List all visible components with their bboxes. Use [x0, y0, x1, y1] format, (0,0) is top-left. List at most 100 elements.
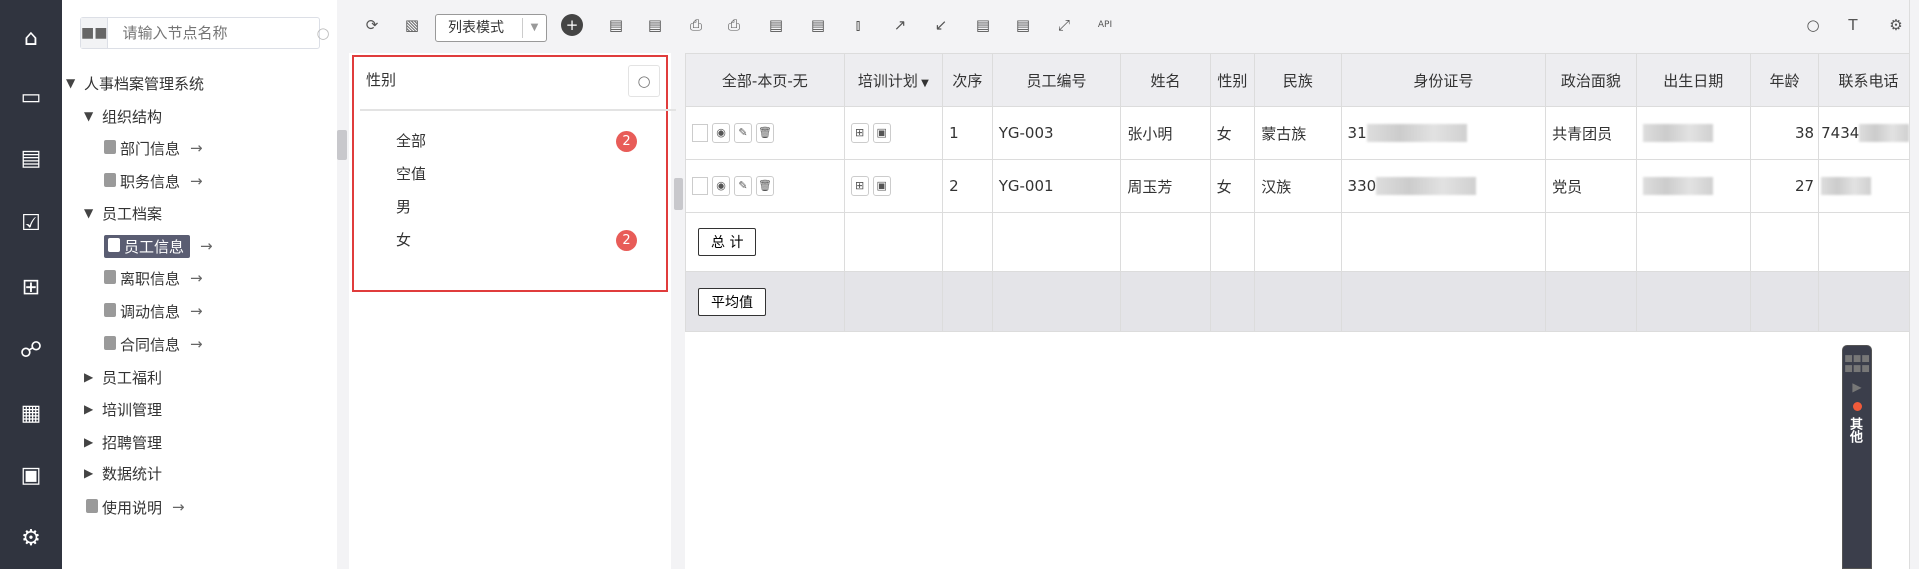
arrow-right-icon[interactable]: → [190, 139, 203, 157]
caret-right-icon[interactable]: ▶ [84, 466, 98, 480]
caret-right-icon[interactable]: ▶ [84, 402, 98, 416]
column-header[interactable]: 姓名 [1120, 53, 1211, 107]
presentation-chart-icon[interactable]: ▦ [16, 399, 46, 429]
import-icon[interactable]: ↙ [930, 14, 952, 36]
tree-item[interactable]: ▼ 人事档案管理系统 [66, 70, 204, 96]
column-header[interactable]: 员工编号 [991, 53, 1122, 107]
table-row[interactable]: ◉ ✎ 🗑 ⊞ ▣ 1 YG-003 张小明女蒙古族 31 共青团员 38 7434 [685, 106, 1919, 160]
tree-item[interactable]: 调动信息 → [104, 298, 203, 324]
tree-item[interactable]: 员工信息 → [104, 233, 213, 259]
delete-icon[interactable]: 🗑 [756, 123, 774, 143]
column-header[interactable]: 政治面貌 [1545, 53, 1637, 107]
column-header[interactable]: 培训计划 ▼ [843, 53, 944, 107]
clipboard-list-icon[interactable]: ▤ [16, 144, 46, 174]
screen-settings-icon[interactable]: ▣ [16, 461, 46, 491]
arrow-right-icon[interactable]: → [172, 498, 185, 516]
filter-resize-handle[interactable] [674, 178, 683, 210]
edit-icon[interactable]: ✎ [734, 176, 752, 196]
caret-right-icon[interactable]: ▶ [84, 435, 98, 449]
training-view-icon[interactable]: ▣ [872, 123, 891, 143]
tree-item[interactable]: ▶ 招聘管理 [84, 429, 162, 455]
filter-option-all[interactable]: 全部 [396, 130, 426, 151]
doc-settings-icon[interactable]: ▤ [765, 14, 787, 36]
excel-icon[interactable]: ▧ [401, 14, 423, 36]
caret-right-icon[interactable]: ▶ [84, 370, 98, 384]
play-icon[interactable]: ▶ [1843, 380, 1871, 394]
arrow-right-icon[interactable]: → [190, 172, 203, 190]
approve-doc-icon[interactable]: ▤ [605, 14, 627, 36]
training-view-icon[interactable]: ▣ [872, 176, 891, 196]
column-header[interactable]: 联系电话 [1818, 53, 1919, 107]
filter-option-male[interactable]: 男 [396, 196, 411, 217]
tree-item[interactable]: ▶ 数据统计 [84, 460, 162, 486]
caret-down-icon[interactable]: ▼ [84, 206, 98, 220]
home-icon[interactable]: ⌂ [16, 24, 46, 54]
caret-down-icon[interactable]: ▼ [84, 109, 98, 123]
arrow-right-icon[interactable]: → [190, 269, 203, 287]
search-icon[interactable]: ○ [316, 18, 329, 48]
bar-chart-icon[interactable]: ⫾ [847, 14, 869, 36]
tree-item[interactable]: ▶ 员工福利 [84, 364, 162, 390]
tree-item[interactable]: ▼ 员工档案 [84, 200, 162, 226]
doc-export-icon[interactable]: ▤ [972, 14, 994, 36]
row-checkbox[interactable] [692, 177, 708, 195]
share-doc-icon[interactable]: ▤ [1012, 14, 1034, 36]
form-check-icon[interactable]: ☑ [16, 209, 46, 239]
view-icon[interactable]: ◉ [712, 123, 730, 143]
tree-item[interactable]: 合同信息 → [104, 331, 203, 357]
share-icon[interactable]: ☍ [16, 336, 46, 366]
filter-option-female[interactable]: 女 [396, 229, 411, 250]
average-button[interactable]: 平均值 [698, 287, 766, 316]
reject-doc-icon[interactable]: ▤ [644, 14, 666, 36]
org-tree-icon[interactable]: ⊞ [16, 273, 46, 303]
api-icon[interactable]: API [1094, 14, 1116, 36]
column-header[interactable]: 年龄 [1749, 53, 1820, 107]
row-checkbox[interactable] [692, 124, 708, 142]
floating-toolbox[interactable]: ■■■ ■■■ ▶ 其他 [1842, 345, 1872, 569]
arrow-right-icon[interactable]: → [190, 302, 203, 320]
tree-item[interactable]: ▶ 培训管理 [84, 396, 162, 422]
view-mode-select[interactable]: 列表模式 ▼ [435, 14, 547, 42]
other-label[interactable]: 其他 [1847, 417, 1864, 443]
column-header[interactable]: 身份证号 [1340, 53, 1547, 107]
column-header[interactable]: 次序 [942, 53, 993, 107]
doc-play-icon[interactable]: ▤ [807, 14, 829, 36]
training-add-icon[interactable]: ⊞ [850, 176, 869, 196]
column-header[interactable]: 民族 [1254, 53, 1342, 107]
filter-option-null[interactable]: 空值 [396, 163, 426, 184]
caret-down-icon[interactable]: ▼ [66, 76, 80, 90]
settings-icon[interactable]: ⚙ [1885, 14, 1907, 36]
export-icon[interactable]: ↗ [889, 14, 911, 36]
tree-item[interactable]: ▼ 组织结构 [84, 103, 162, 129]
arrow-right-icon[interactable]: → [190, 335, 203, 353]
scrollbar[interactable] [1909, 0, 1919, 569]
monitor-play-icon[interactable]: ▭ [16, 83, 46, 113]
node-search-input[interactable] [108, 18, 317, 48]
add-icon[interactable]: + [561, 14, 583, 36]
fullscreen-icon[interactable]: ⤢ [1053, 14, 1075, 36]
tree-resize-handle[interactable] [337, 130, 347, 160]
caret-down-icon[interactable]: ▼ [918, 78, 929, 89]
print-icon[interactable]: ⎙ [685, 14, 707, 36]
column-header[interactable]: 全部-本页-无 [685, 53, 845, 107]
search-icon[interactable]: ○ [1802, 14, 1824, 36]
refresh-icon[interactable]: ⟳ [361, 14, 383, 36]
tree-item[interactable]: 使用说明 → [86, 494, 185, 520]
gear-icon[interactable]: ⚙ [16, 524, 46, 554]
table-row[interactable]: ◉ ✎ 🗑 ⊞ ▣ 2 YG-001 周玉芳女汉族 330 党员 27 [685, 159, 1919, 213]
total-button[interactable]: 总 计 [698, 228, 757, 256]
arrow-right-icon[interactable]: → [200, 237, 213, 255]
clear-format-icon[interactable]: T [1842, 14, 1864, 36]
training-add-icon[interactable]: ⊞ [850, 123, 869, 143]
search-icon[interactable]: ○ [628, 65, 660, 97]
column-header[interactable]: 性别 [1209, 53, 1256, 107]
grid-icon[interactable]: ■■ [81, 18, 109, 48]
print-add-icon[interactable]: ⎙ [723, 14, 745, 36]
delete-icon[interactable]: 🗑 [756, 176, 774, 196]
view-icon[interactable]: ◉ [712, 176, 730, 196]
tree-item[interactable]: 离职信息 → [104, 265, 203, 291]
column-header[interactable]: 出生日期 [1635, 53, 1751, 107]
tree-item[interactable]: 部门信息 → [104, 135, 203, 161]
tree-item[interactable]: 职务信息 → [104, 168, 203, 194]
edit-icon[interactable]: ✎ [734, 123, 752, 143]
